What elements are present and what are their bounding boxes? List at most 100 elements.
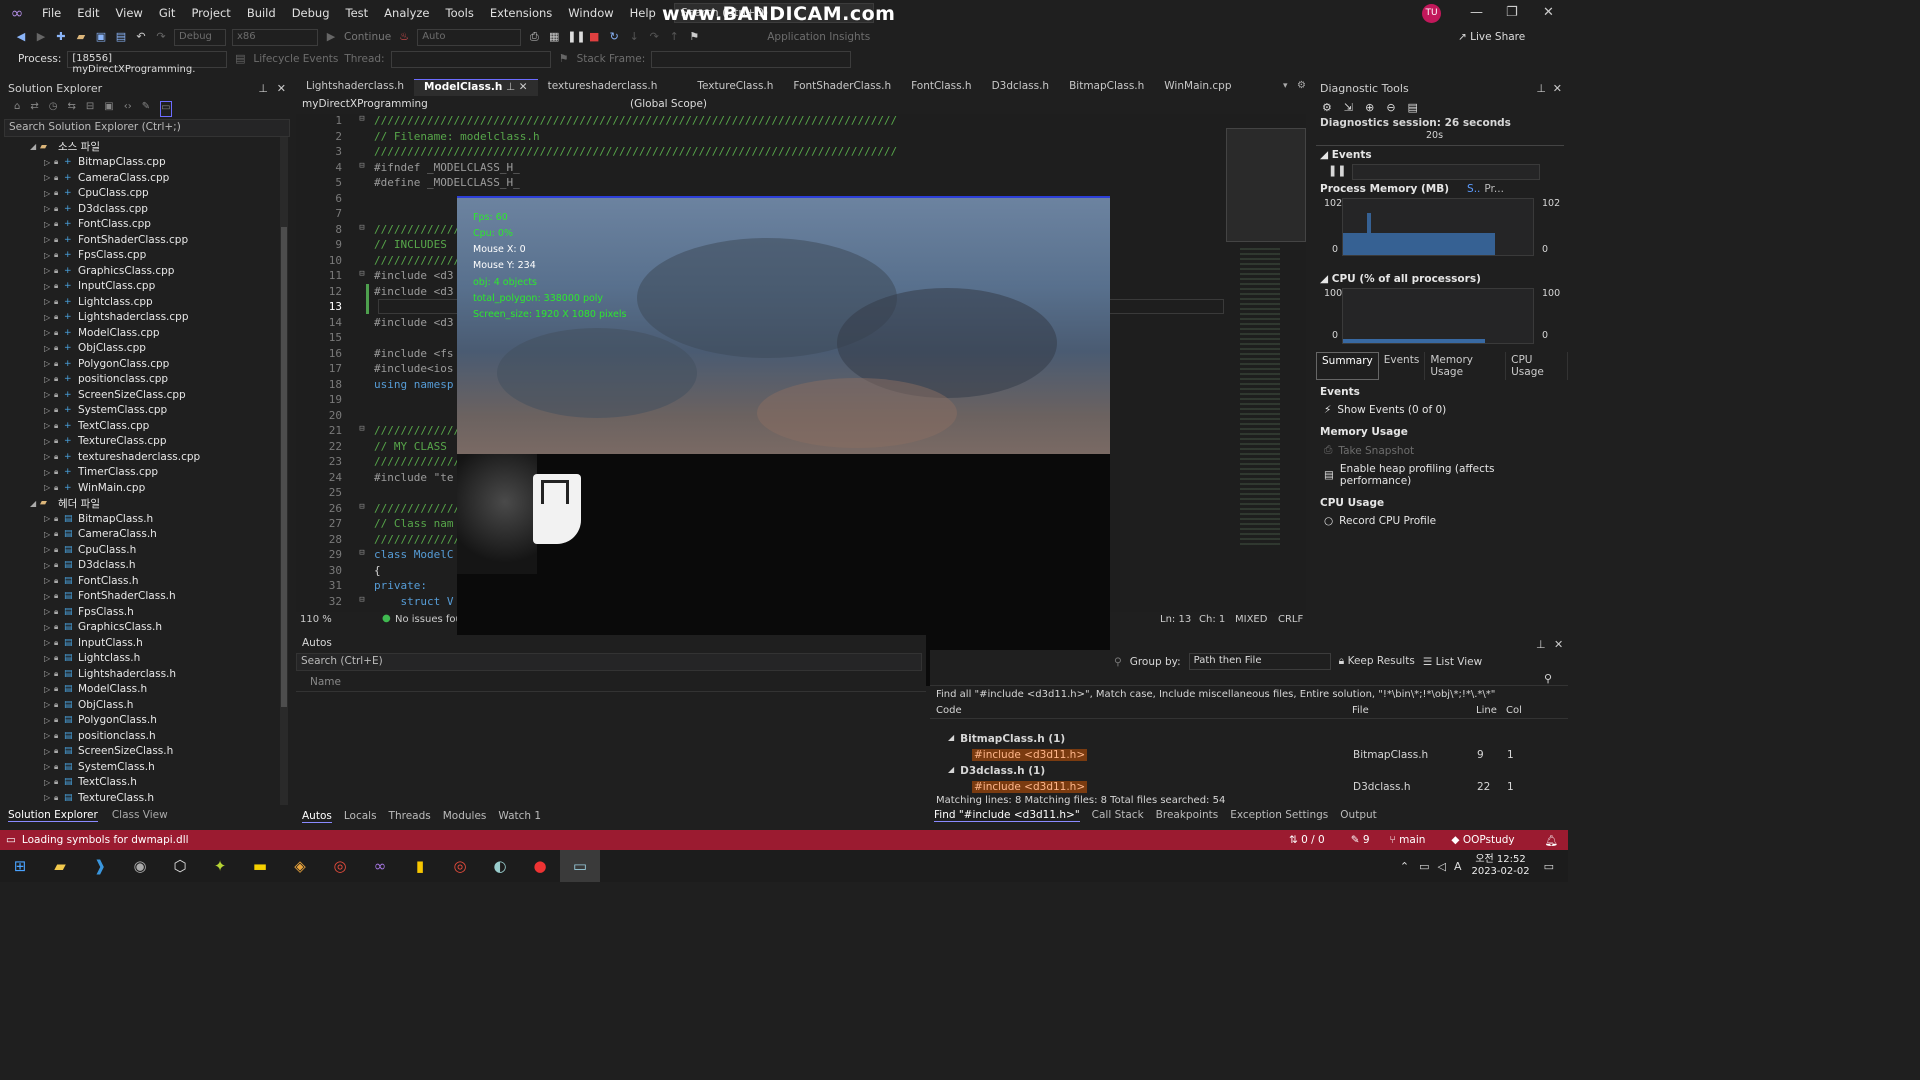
- file-explorer-icon[interactable]: ▰: [40, 850, 80, 882]
- auto-select[interactable]: Auto: [417, 28, 522, 46]
- collapse-arrow-icon[interactable]: ▷: [44, 623, 54, 632]
- redo-icon[interactable]: ↷: [154, 30, 168, 44]
- pause-events-icon[interactable]: ❚❚: [1328, 164, 1346, 180]
- find-search-row[interactable]: ⚲: [930, 672, 1568, 686]
- group-by-select[interactable]: Path then File: [1188, 653, 1331, 670]
- col-code[interactable]: Code: [936, 705, 1352, 716]
- tree-file-item[interactable]: ▷ 🔒︎ ▤ CameraClass.h: [30, 527, 294, 543]
- line-indicator[interactable]: Ln: 13: [1160, 614, 1191, 625]
- code-icon[interactable]: ‹›: [124, 101, 132, 117]
- sticky-notes-icon[interactable]: ▮: [400, 850, 440, 882]
- switch-views-icon[interactable]: ⇄: [30, 101, 38, 117]
- new-project-icon[interactable]: ✚: [54, 30, 68, 44]
- find-group-header[interactable]: ◢ BitmapClass.h (1): [930, 731, 1568, 747]
- line-ending[interactable]: CRLF: [1278, 614, 1303, 625]
- tree-file-item[interactable]: ▷ 🔒︎ ▤ ModelClass.h: [30, 682, 294, 698]
- back-icon[interactable]: ◀: [14, 30, 28, 44]
- tree-file-item[interactable]: ▷ 🔒︎ ▤ GraphicsClass.h: [30, 620, 294, 636]
- kakaotalk-icon[interactable]: ▬: [240, 850, 280, 882]
- project-select[interactable]: myDirectXProgramming: [296, 98, 606, 113]
- tree-file-item[interactable]: ▷ 🔒︎ + D3dclass.cpp: [30, 201, 294, 217]
- export-icon[interactable]: ⇲: [1344, 101, 1353, 114]
- code-minimap[interactable]: [1226, 114, 1306, 612]
- vscode-icon[interactable]: ❱: [80, 850, 120, 882]
- save-icon[interactable]: ▣: [94, 30, 108, 44]
- tool-icon[interactable]: ✦: [200, 850, 240, 882]
- tree-file-item[interactable]: ▷ 🔒︎ ▤ FontShaderClass.h: [30, 589, 294, 605]
- cpu-graph[interactable]: [1342, 288, 1534, 344]
- collapse-arrow-icon[interactable]: ▷: [44, 545, 54, 554]
- collapse-arrow-icon[interactable]: ▷: [44, 220, 54, 229]
- tree-file-item[interactable]: ▷ 🔒︎ ▤ TextClass.h: [30, 775, 294, 791]
- tab-textureclass-h[interactable]: TextureClass.h: [667, 79, 783, 96]
- step-over-icon[interactable]: ↷: [647, 30, 661, 44]
- collapse-arrow-icon[interactable]: ▷: [44, 468, 54, 477]
- collapse-arrow-icon[interactable]: ▷: [44, 762, 54, 771]
- tab-summary[interactable]: Summary: [1316, 352, 1379, 380]
- solution-search-input[interactable]: Search Solution Explorer (Ctrl+;): [4, 119, 290, 137]
- tab-winmain-cpp[interactable]: WinMain.cpp: [1154, 79, 1241, 96]
- collapse-arrow-icon[interactable]: ▷: [44, 669, 54, 678]
- menu-view[interactable]: View: [108, 6, 151, 20]
- pause-icon[interactable]: ❚❚: [567, 30, 585, 44]
- autos-search-input[interactable]: Search (Ctrl+E): [296, 653, 922, 671]
- minimize-icon[interactable]: —: [1470, 5, 1483, 20]
- tree-file-item[interactable]: ▷ 🔒︎ + ModelClass.cpp: [30, 325, 294, 341]
- tab-breakpoints[interactable]: Breakpoints: [1156, 809, 1219, 822]
- tree-file-item[interactable]: ▷ 🔒︎ ▤ ObjClass.h: [30, 697, 294, 713]
- menu-git[interactable]: Git: [151, 6, 184, 20]
- tab-fontclass-h[interactable]: FontClass.h: [901, 79, 981, 96]
- tab-output[interactable]: Output: [1340, 809, 1376, 822]
- tree-file-item[interactable]: ▷ 🔒︎ + SystemClass.cpp: [30, 403, 294, 419]
- lifecycle-icon[interactable]: ▤: [233, 52, 247, 66]
- pending-changes-icon[interactable]: ◷: [49, 101, 58, 117]
- collapse-arrow-icon[interactable]: ▷: [44, 592, 54, 601]
- tree-file-item[interactable]: ▷ 🔒︎ + FontShaderClass.cpp: [30, 232, 294, 248]
- network-icon[interactable]: ▭: [1419, 860, 1429, 873]
- memory-graph[interactable]: [1342, 198, 1534, 256]
- tab-memory-usage[interactable]: Memory Usage: [1425, 352, 1507, 380]
- collapse-arrow-icon[interactable]: ▷: [44, 530, 54, 539]
- collapse-arrow-icon[interactable]: ▷: [44, 313, 54, 322]
- tree-file-item[interactable]: ▷ 🔒︎ + PolygonClass.cpp: [30, 356, 294, 372]
- menu-file[interactable]: File: [34, 6, 69, 20]
- unity-icon[interactable]: ⬡: [160, 850, 200, 882]
- collapse-arrow-icon[interactable]: ▷: [44, 685, 54, 694]
- clock[interactable]: 오전 12:52 2023-02-02: [1471, 854, 1529, 878]
- tree-file-item[interactable]: ▷ 🔒︎ + positionclass.cpp: [30, 372, 294, 388]
- collapse-arrow-icon[interactable]: ▷: [44, 638, 54, 647]
- find-pin-icon[interactable]: ⊥: [1536, 638, 1546, 651]
- code-line[interactable]: 3 ///////////////////////////////////////…: [296, 145, 1226, 161]
- process-select[interactable]: [18556] myDirectXProgramming.: [67, 50, 228, 75]
- tree-scrollbar-thumb[interactable]: [281, 227, 287, 707]
- code-line[interactable]: 5 #define _MODELCLASS_H_: [296, 176, 1226, 192]
- find-result-row[interactable]: #include <d3d11.h> BitmapClass.h 9 1: [930, 747, 1568, 763]
- tree-file-item[interactable]: ▷ 🔒︎ + GraphicsClass.cpp: [30, 263, 294, 279]
- record-cpu-button[interactable]: ○ Record CPU Profile: [1312, 512, 1568, 530]
- collapse-arrow-icon[interactable]: ▷: [44, 561, 54, 570]
- tree-file-item[interactable]: ▷ 🔒︎ ▤ Lightshaderclass.h: [30, 666, 294, 682]
- bookmark-icon[interactable]: ⚑: [687, 30, 701, 44]
- step-into-icon[interactable]: ↓: [627, 30, 641, 44]
- settings-gear-icon[interactable]: ⚙: [1322, 101, 1332, 114]
- tab-fontshaderclass-h[interactable]: FontShaderClass.h: [783, 79, 901, 96]
- tree-file-item[interactable]: ▷ 🔒︎ + Lightshaderclass.cpp: [30, 310, 294, 326]
- restore-icon[interactable]: ❐: [1506, 5, 1518, 20]
- menu-debug[interactable]: Debug: [284, 6, 338, 20]
- restart-icon[interactable]: ↻: [607, 30, 621, 44]
- fold-toggle-icon[interactable]: ⊟: [350, 161, 374, 177]
- collapse-arrow-icon[interactable]: ▷: [44, 390, 54, 399]
- collapse-arrow-icon[interactable]: ▷: [44, 189, 54, 198]
- tree-file-item[interactable]: ▷ 🔒︎ + TimerClass.cpp: [30, 465, 294, 481]
- diag-timeline[interactable]: 20s: [1316, 130, 1564, 146]
- scope-select[interactable]: (Global Scope): [616, 98, 906, 113]
- collapse-arrow-icon[interactable]: ▷: [44, 778, 54, 787]
- tree-file-item[interactable]: ▷ 🔒︎ + TextClass.cpp: [30, 418, 294, 434]
- collapse-arrow-icon[interactable]: ▷: [44, 375, 54, 384]
- tree-folder[interactable]: ◢ ▰ 헤더 파일: [30, 496, 294, 512]
- tree-file-item[interactable]: ▷ 🔒︎ ▤ BitmapClass.h: [30, 511, 294, 527]
- collapse-arrow-icon[interactable]: ▷: [44, 297, 54, 306]
- camera-icon[interactable]: ⎙: [527, 30, 541, 44]
- menu-tools[interactable]: Tools: [438, 6, 482, 20]
- lifecycle-events-button[interactable]: Lifecycle Events: [253, 53, 338, 65]
